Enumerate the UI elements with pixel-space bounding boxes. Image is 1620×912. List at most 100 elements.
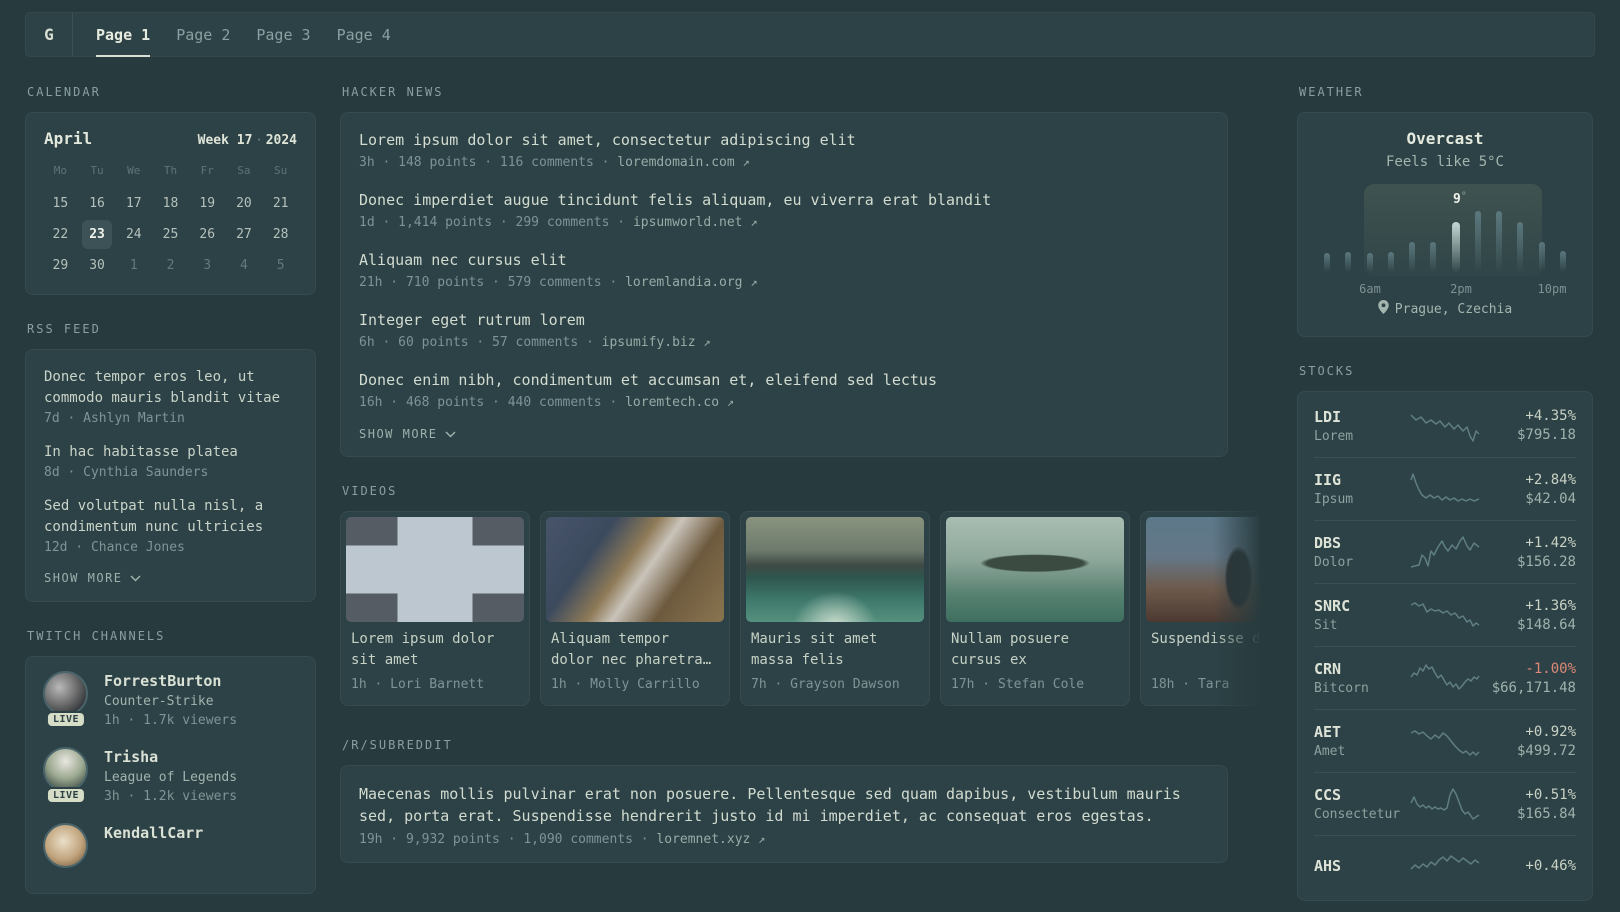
tab-page-1[interactable]: Page 1 <box>83 13 163 57</box>
stock-symbol[interactable]: AET <box>1314 723 1410 741</box>
hn-meta-text: 6h · 60 points · 57 comments · <box>359 335 594 350</box>
video-thumbnail[interactable] <box>546 517 724 622</box>
channel-category[interactable]: League of Legends <box>104 770 237 785</box>
hn-domain-link[interactable]: ipsumworld.net <box>633 215 743 230</box>
stock-sparkline <box>1410 855 1480 870</box>
weather-condition: Overcast <box>1406 129 1484 148</box>
video-card[interactable]: Lorem ipsum dolor sit amet consectetu… 1… <box>340 511 530 706</box>
stock-row[interactable]: AET Amet +0.92% $499.72 <box>1314 709 1576 772</box>
stock-sparkline <box>1410 788 1480 820</box>
channel-name[interactable]: KendallCarr <box>104 823 203 842</box>
calendar-day: 27 <box>236 227 252 242</box>
stock-symbol[interactable]: SNRC <box>1314 597 1410 615</box>
tab-page-4[interactable]: Page 4 <box>324 13 404 56</box>
hn-item: Aliquam nec cursus elit 21h · 710 points… <box>359 250 1209 291</box>
rss-show-more-button[interactable]: SHOW MORE <box>44 571 141 585</box>
video-card[interactable]: Aliquam tempor dolor nec pharetra… 1h · … <box>540 511 730 706</box>
video-title[interactable]: Mauris sit amet massa felis <box>751 629 919 671</box>
hn-domain-link[interactable]: ipsumify.biz <box>602 335 696 350</box>
video-thumbnail[interactable] <box>1146 517 1268 622</box>
rss-item-title[interactable]: Donec tempor eros leo, ut commodo mauris… <box>44 367 297 409</box>
hackernews-widget: Lorem ipsum dolor sit amet, consectetur … <box>340 112 1228 457</box>
stock-row[interactable]: CRN Bitcorn -1.00% $66,171.48 <box>1314 646 1576 709</box>
stock-row[interactable]: IIG Ipsum +2.84% $42.04 <box>1314 457 1576 520</box>
video-title[interactable]: Nullam posuere cursus ex <box>951 629 1119 671</box>
weekday-label: Fr <box>200 164 214 177</box>
stock-row[interactable]: SNRC Sit +1.36% $148.64 <box>1314 583 1576 646</box>
stock-symbol[interactable]: DBS <box>1314 534 1410 552</box>
rss-item-title[interactable]: Sed volutpat nulla nisl, a condimentum n… <box>44 496 297 538</box>
video-card[interactable]: Suspendisse diam 18h · Tara <box>1140 511 1268 706</box>
calendar-day: 17 <box>125 196 142 211</box>
weather-bar <box>1538 242 1545 272</box>
weather-bars <box>1324 184 1566 272</box>
current-temperature: 9° <box>1453 191 1467 207</box>
stock-change: +1.42% <box>1525 534 1576 551</box>
stock-row[interactable]: CCS Consectetur +0.51% $165.84 <box>1314 772 1576 835</box>
subreddit-section: /R/SUBREDDIT Maecenas mollis pulvinar er… <box>340 738 1228 863</box>
video-body: Aliquam tempor dolor nec pharetra… 1h · … <box>546 622 724 705</box>
hn-meta-text: 1d · 1,414 points · 299 comments · <box>359 215 626 230</box>
rss-item-title[interactable]: In hac habitasse platea <box>44 442 297 463</box>
stock-symbol[interactable]: AHS <box>1314 857 1410 875</box>
hn-item-title[interactable]: Donec enim nibh, condimentum et accumsan… <box>359 370 1209 390</box>
stock-values: +2.84% $42.04 <box>1525 472 1576 507</box>
stock-price: $156.28 <box>1516 553 1576 570</box>
rss-section-label: RSS FEED <box>27 322 101 336</box>
weekday-label: Sa <box>237 164 251 177</box>
twitch-channel-row[interactable]: KendallCarr <box>42 823 299 877</box>
stock-row[interactable]: AHS +0.46% <box>1314 835 1576 898</box>
hn-show-more-button[interactable]: SHOW MORE <box>359 427 456 441</box>
video-card[interactable]: Nullam posuere cursus ex 17h · Stefan Co… <box>940 511 1130 706</box>
twitch-section-label: TWITCH CHANNELS <box>27 629 166 643</box>
calendar-day: 16 <box>89 196 105 211</box>
hn-item-title[interactable]: Aliquam nec cursus elit <box>359 250 1209 270</box>
video-thumbnail[interactable] <box>946 517 1124 622</box>
weekday-label: Mo <box>53 164 67 177</box>
channel-name[interactable]: Trisha <box>104 747 237 766</box>
stock-change: +2.84% <box>1525 471 1576 488</box>
stock-symbol[interactable]: CRN <box>1314 660 1410 678</box>
channel-meta: 1h · 1.7k viewers <box>104 713 238 728</box>
video-title[interactable]: Aliquam tempor dolor nec pharetra… <box>551 629 719 671</box>
stock-symbol[interactable]: CCS <box>1314 786 1410 804</box>
stock-row[interactable]: LDI Lorem +4.35% $795.18 <box>1314 394 1576 457</box>
rss-item: Donec tempor eros leo, ut commodo mauris… <box>44 367 297 426</box>
twitch-channel-row[interactable]: LIVE Trisha League of Legends 3h · 1.2k … <box>42 747 299 804</box>
hn-item-title[interactable]: Donec imperdiet augue tincidunt felis al… <box>359 190 1209 210</box>
hn-item-title[interactable]: Integer eget rutrum lorem <box>359 310 1209 330</box>
calendar-day-outside: 2 <box>166 258 175 273</box>
hn-domain-link[interactable]: loremtech.co <box>625 395 719 410</box>
video-title[interactable]: Suspendisse diam <box>1151 629 1268 671</box>
reddit-domain-link[interactable]: loremnet.xyz <box>656 832 750 847</box>
twitch-channel-row[interactable]: LIVE ForrestBurton Counter-Strike 1h · 1… <box>42 671 299 728</box>
stock-symbol[interactable]: LDI <box>1314 408 1410 426</box>
hn-domain-link[interactable]: loremlandia.org <box>625 275 742 290</box>
channel-info: Trisha League of Legends 3h · 1.2k viewe… <box>104 747 237 804</box>
channel-name[interactable]: ForrestBurton <box>104 671 237 690</box>
weather-bar <box>1324 252 1330 272</box>
tab-page-3[interactable]: Page 3 <box>243 13 323 56</box>
stock-id: SNRC Sit <box>1314 597 1410 633</box>
tab-page-2[interactable]: Page 2 <box>163 13 243 56</box>
weather-widget: Overcast Feels like 5°C 9° 6am 2pm 10pm … <box>1297 112 1593 337</box>
video-meta: 17h · Stefan Cole <box>951 677 1085 692</box>
stock-values: -1.00% $66,171.48 <box>1492 661 1576 696</box>
hn-item-title[interactable]: Lorem ipsum dolor sit amet, consectetur … <box>359 130 1209 150</box>
left-column: CALENDAR April Week 17 · 2024 Mo Tu We Th … <box>25 85 316 894</box>
video-card[interactable]: Mauris sit amet massa felis 7h · Grayson… <box>740 511 930 706</box>
video-thumbnail[interactable] <box>346 517 524 622</box>
weather-bar <box>1366 252 1373 272</box>
reddit-post-title[interactable]: Maecenas mollis pulvinar erat non posuer… <box>359 783 1209 827</box>
hn-domain-link[interactable]: loremdomain.com <box>617 155 734 170</box>
stock-values: +0.92% $499.72 <box>1517 724 1576 759</box>
video-title[interactable]: Lorem ipsum dolor sit amet consectetu… <box>351 629 519 671</box>
stock-row[interactable]: DBS Dolor +1.42% $156.28 <box>1314 520 1576 583</box>
stock-symbol[interactable]: IIG <box>1314 471 1410 489</box>
separator-dot: · <box>255 133 263 147</box>
video-thumbnail[interactable] <box>746 517 924 622</box>
stock-sparkline <box>1410 473 1480 502</box>
channel-category[interactable]: Counter-Strike <box>104 694 237 709</box>
subreddit-widget: Maecenas mollis pulvinar erat non posuer… <box>340 765 1228 863</box>
calendar-year: 2024 <box>265 133 297 148</box>
